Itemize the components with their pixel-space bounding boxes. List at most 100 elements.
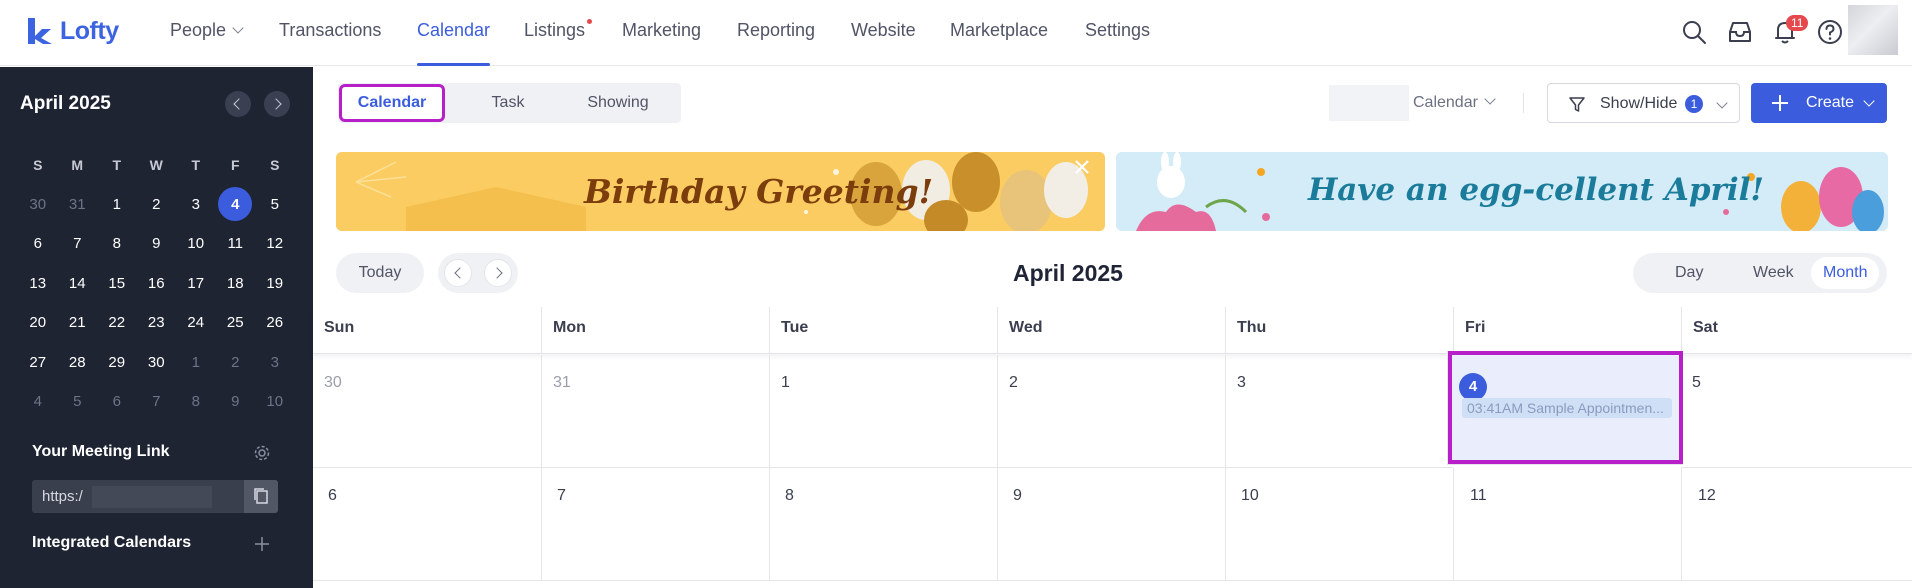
nav-people[interactable]: People [170, 20, 244, 66]
mini-day[interactable]: 30 [18, 187, 58, 221]
nav-marketing[interactable]: Marketing [622, 20, 701, 66]
mini-day[interactable]: 3 [255, 345, 295, 379]
mini-day[interactable]: 25 [216, 306, 256, 340]
next-month-button[interactable] [484, 259, 512, 287]
nav-calendar[interactable]: Calendar [417, 20, 491, 66]
tab-showing[interactable]: Showing [563, 83, 673, 123]
day-cell[interactable]: 7 [541, 468, 769, 581]
mini-day[interactable]: 9 [216, 385, 256, 419]
mini-day[interactable]: 28 [58, 345, 98, 379]
nav-reporting[interactable]: Reporting [737, 20, 815, 66]
mini-day[interactable]: 20 [18, 306, 58, 340]
copy-link-button[interactable] [244, 480, 278, 513]
user-avatar[interactable] [1848, 5, 1898, 55]
add-calendar-icon[interactable] [253, 535, 271, 553]
mini-day[interactable]: 1 [97, 187, 137, 221]
show-hide-button[interactable]: Show/Hide 1 [1547, 83, 1740, 123]
mini-day[interactable]: 7 [58, 227, 98, 261]
mini-day[interactable]: 18 [216, 266, 256, 300]
lofty-logo[interactable]: Lofty [26, 16, 119, 46]
nav-calendar-label: Calendar [417, 20, 491, 40]
mini-day[interactable]: 26 [255, 306, 295, 340]
mini-day[interactable]: 2 [216, 345, 256, 379]
mini-day[interactable]: 5 [255, 187, 295, 221]
tab-task[interactable]: Task [468, 83, 548, 123]
mini-calendar-prev-button[interactable] [225, 91, 251, 117]
mini-day[interactable]: 30 [137, 345, 177, 379]
mini-day[interactable]: 1 [176, 345, 216, 379]
weekday-wed: Wed [997, 307, 1225, 354]
mini-day-selected[interactable]: 4 [216, 187, 256, 222]
nav-marketplace[interactable]: Marketplace [950, 20, 1048, 66]
mini-day[interactable]: 22 [97, 306, 137, 340]
mini-day[interactable]: 10 [176, 227, 216, 261]
mini-day[interactable]: 16 [137, 266, 177, 300]
day-cell[interactable]: 2 [997, 355, 1225, 468]
mini-day[interactable]: 15 [97, 266, 137, 300]
easter-banner[interactable]: Have an egg-cellent April! [1116, 152, 1888, 231]
mini-day[interactable]: 31 [58, 187, 98, 221]
mini-day[interactable]: 11 [216, 227, 256, 261]
mini-day[interactable]: 6 [18, 227, 58, 261]
mini-day[interactable]: 21 [58, 306, 98, 340]
day-number: 2 [1009, 374, 1018, 391]
lofty-logo-icon [28, 18, 52, 44]
mini-day[interactable]: 13 [18, 266, 58, 300]
birthday-banner[interactable]: Birthday Greeting! [336, 152, 1105, 231]
mini-day[interactable]: 9 [137, 227, 177, 261]
gear-icon[interactable] [253, 444, 271, 462]
calendar-event[interactable]: 03:41AM Sample Appointmen... [1462, 398, 1672, 418]
day-cell[interactable]: 10 [1225, 468, 1453, 581]
day-cell[interactable]: 1 [769, 355, 997, 468]
day-cell[interactable]: 3 [1225, 355, 1453, 468]
mini-day[interactable]: 17 [176, 266, 216, 300]
help-icon[interactable] [1816, 18, 1844, 46]
mini-day[interactable]: 2 [137, 187, 177, 221]
close-icon[interactable] [1073, 158, 1091, 176]
mini-day[interactable]: 3 [176, 187, 216, 221]
day-cell-today[interactable]: 4 03:41AM Sample Appointmen... [1447, 351, 1683, 465]
tab-calendar[interactable]: Calendar [342, 87, 442, 119]
nav-website[interactable]: Website [851, 20, 916, 66]
nav-settings[interactable]: Settings [1085, 20, 1150, 66]
day-cell[interactable]: 9 [997, 468, 1225, 581]
chevron-down-icon [1484, 93, 1496, 105]
create-button[interactable]: Create [1751, 83, 1887, 123]
mini-day[interactable]: 8 [176, 385, 216, 419]
search-icon[interactable] [1680, 18, 1708, 46]
divider [1523, 93, 1524, 113]
mini-day[interactable]: 24 [176, 306, 216, 340]
today-button[interactable]: Today [336, 253, 424, 293]
mini-day[interactable]: 4 [18, 385, 58, 419]
nav-listings[interactable]: Listings [524, 19, 593, 66]
mini-day[interactable]: 6 [97, 385, 137, 419]
mini-day[interactable]: 14 [58, 266, 98, 300]
mini-day[interactable]: 5 [58, 385, 98, 419]
weekday-sat: Sat [1681, 307, 1912, 354]
day-cell[interactable]: 30 [313, 355, 541, 468]
calendar-select[interactable]: Calendar [1413, 93, 1496, 112]
day-cell[interactable]: 31 [541, 355, 769, 468]
nav-transactions[interactable]: Transactions [279, 20, 381, 66]
mini-day[interactable]: 19 [255, 266, 295, 300]
day-cell[interactable]: 11 [1453, 468, 1681, 581]
view-week[interactable]: Week [1753, 264, 1794, 282]
inbox-icon[interactable] [1726, 18, 1754, 46]
day-cell[interactable]: 5 [1681, 355, 1912, 468]
mini-calendar-next-button[interactable] [264, 91, 290, 117]
meeting-link-field[interactable]: https:/ [32, 480, 278, 513]
weekday-thu: Thu [1225, 307, 1453, 354]
day-cell[interactable]: 8 [769, 468, 997, 581]
mini-day[interactable]: 10 [255, 385, 295, 419]
mini-day[interactable]: 12 [255, 227, 295, 261]
mini-day[interactable]: 27 [18, 345, 58, 379]
view-day[interactable]: Day [1675, 264, 1703, 282]
prev-month-button[interactable] [444, 259, 472, 287]
day-cell[interactable]: 12 [1681, 468, 1912, 581]
view-month[interactable]: Month [1811, 257, 1880, 289]
mini-day[interactable]: 7 [137, 385, 177, 419]
mini-day[interactable]: 23 [137, 306, 177, 340]
mini-day[interactable]: 29 [97, 345, 137, 379]
day-cell[interactable]: 6 [313, 468, 541, 581]
mini-day[interactable]: 8 [97, 227, 137, 261]
